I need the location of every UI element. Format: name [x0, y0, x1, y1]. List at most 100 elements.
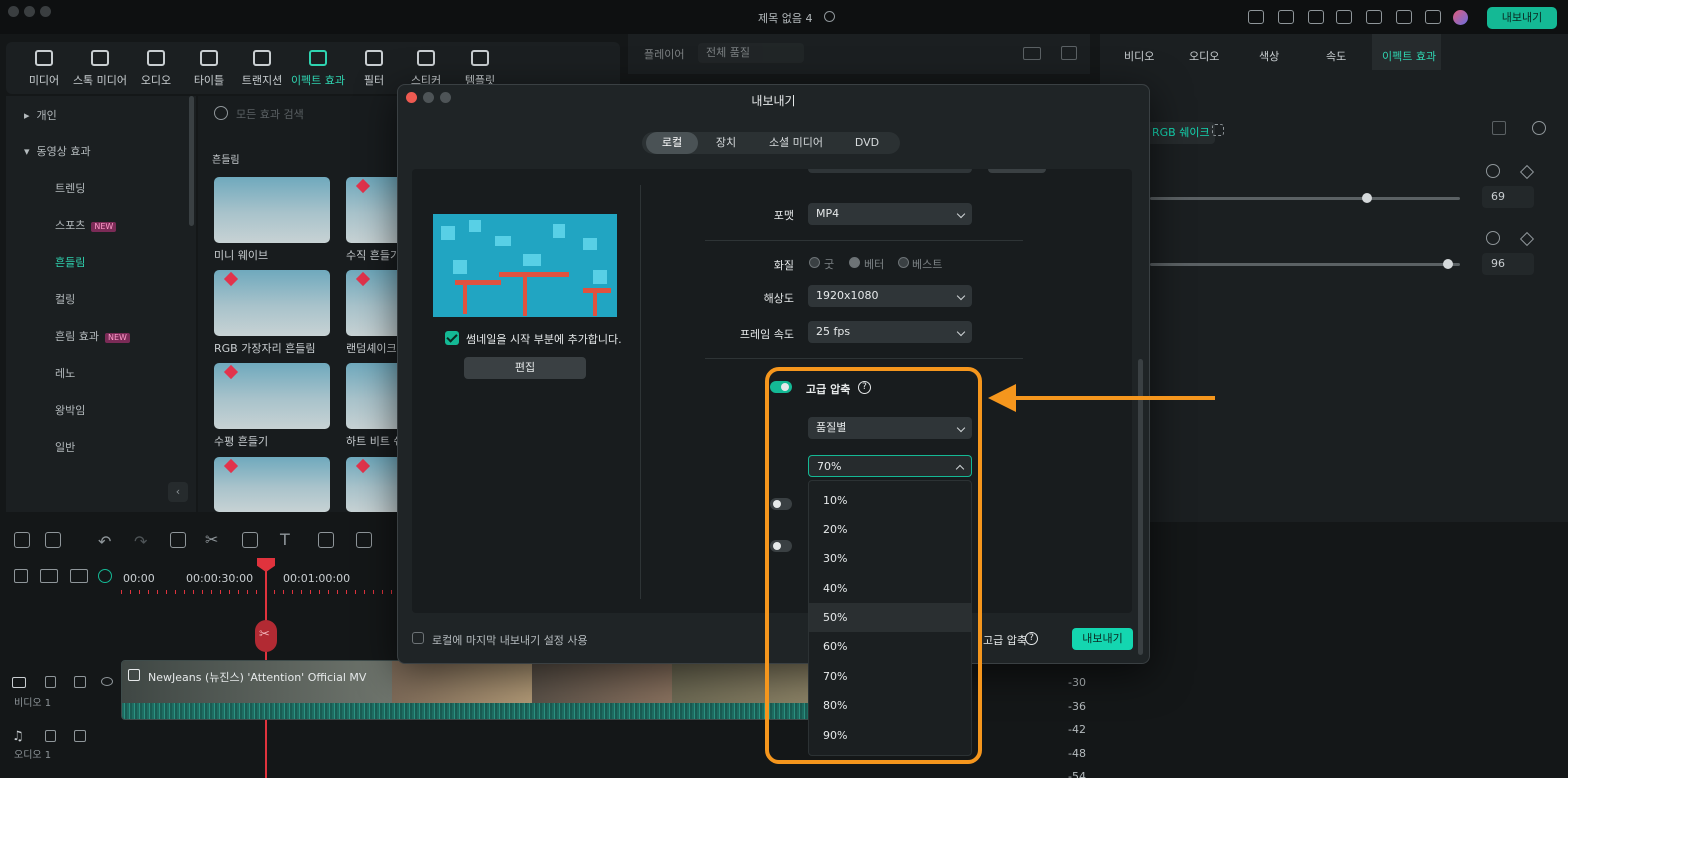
tab-device[interactable]: 장치 [700, 132, 752, 154]
resolution-select[interactable]: 1920x1080 [808, 285, 972, 307]
category-general[interactable]: 일반 [6, 430, 196, 466]
tab-dvd[interactable]: DVD [840, 132, 894, 154]
link-icon[interactable] [40, 569, 58, 583]
crop-icon[interactable] [242, 532, 258, 548]
framerate-select[interactable]: 25 fps [808, 321, 972, 343]
help-icon[interactable]: ? [1025, 632, 1038, 645]
tool-title[interactable]: 타이틀 [179, 50, 239, 88]
tool-transition[interactable]: 트랜지션 [232, 50, 292, 88]
category-wangbak[interactable]: 왕박임 [6, 393, 196, 429]
reset-icon[interactable] [1486, 164, 1500, 178]
use-last-settings-checkbox[interactable] [412, 632, 424, 644]
category-culling[interactable]: 컬링 [6, 282, 196, 318]
filter-icon [365, 50, 383, 66]
trash-icon[interactable] [1492, 121, 1506, 135]
tool-filter[interactable]: 필터 [344, 50, 404, 88]
lock-icon[interactable] [45, 676, 56, 688]
reset-icon[interactable] [1532, 121, 1546, 135]
mask-icon[interactable] [318, 532, 334, 548]
snap-icon[interactable] [98, 569, 112, 583]
tab-social-media[interactable]: 소셜 미디어 [754, 132, 838, 154]
tool-stock-media[interactable]: 스톡 미디어 [70, 50, 130, 88]
keyframe-icon[interactable] [1212, 124, 1224, 136]
slider-2-knob[interactable] [1442, 259, 1453, 269]
slider-1-value[interactable]: 69 [1482, 186, 1534, 208]
category-shake[interactable]: 흔들림 [6, 245, 196, 281]
slider-1-knob[interactable] [1362, 193, 1372, 203]
text-icon[interactable]: T [280, 530, 290, 549]
effect-thumb-mini-wave[interactable] [214, 177, 330, 243]
effect-name: RGB 쉐이크 [1152, 126, 1210, 139]
quality-radio-best[interactable] [898, 257, 909, 268]
tab-local[interactable]: 로컬 [646, 132, 698, 154]
cloud-upload-icon[interactable] [1366, 10, 1382, 24]
edit-thumbnail-button[interactable]: 편집 [464, 357, 586, 379]
tab-effects[interactable]: 이펙트 효과 [1382, 48, 1436, 64]
category-scrollbar[interactable] [189, 96, 194, 226]
delete-icon[interactable] [170, 532, 186, 548]
split-handle[interactable]: ✂ [255, 620, 277, 652]
tab-color[interactable]: 색상 [1259, 48, 1279, 64]
quality-radio-better[interactable] [849, 257, 860, 268]
cut-icon[interactable]: ✂ [205, 530, 218, 549]
format-select[interactable]: MP4 [808, 203, 972, 225]
tool-audio[interactable]: 오디오 [126, 50, 186, 88]
select-tool-icon[interactable] [45, 532, 61, 548]
tool-template[interactable]: 템플릿 [450, 50, 510, 88]
settings-scrollbar[interactable] [1138, 359, 1143, 655]
keyframe-diamond-icon[interactable] [1519, 231, 1535, 247]
effect-search-input[interactable]: 모든 효과 검색 [236, 106, 304, 122]
window-close-button[interactable] [8, 6, 19, 17]
eye-icon[interactable] [101, 677, 113, 686]
tab-audio[interactable]: 오디오 [1189, 48, 1219, 64]
tool-media[interactable]: 미디어 [14, 50, 74, 88]
snapshot-icon[interactable] [1023, 47, 1041, 60]
slider-2-value[interactable]: 96 [1482, 253, 1534, 275]
quality-select[interactable]: 전체 품질 [698, 43, 804, 63]
window-minimize-button[interactable] [24, 6, 35, 17]
task-icon[interactable] [1278, 10, 1294, 24]
effect-thumb-rgb-edge[interactable] [214, 270, 330, 336]
tool-effects[interactable]: 이펙트 효과 [288, 50, 348, 88]
mute-icon[interactable] [74, 676, 86, 688]
grid-icon[interactable] [1425, 10, 1441, 24]
marker-icon[interactable] [70, 569, 88, 583]
image-icon[interactable] [1061, 46, 1077, 60]
layout-grid-icon[interactable] [14, 532, 30, 548]
headset-icon[interactable] [1396, 10, 1412, 24]
category-video-effects[interactable]: ▾ 동영상 효과 [6, 134, 196, 170]
add-thumbnail-checkbox[interactable] [445, 331, 459, 345]
quality-radio-good[interactable] [809, 257, 820, 268]
reset-icon[interactable] [1486, 231, 1500, 245]
effect-link-icon[interactable] [356, 532, 372, 548]
browse-button[interactable] [988, 169, 1046, 173]
redo-icon[interactable]: ↷ [134, 532, 147, 551]
category-trending[interactable]: 트렌딩 [6, 171, 196, 207]
category-leno[interactable]: 레노 [6, 356, 196, 392]
effect-thumb-horizontal-shake[interactable] [214, 363, 330, 429]
window-zoom-button[interactable] [40, 6, 51, 17]
tab-video[interactable]: 비디오 [1124, 48, 1154, 64]
tab-speed[interactable]: 속도 [1326, 48, 1346, 64]
tool-effects-label: 이펙트 효과 [290, 74, 346, 87]
slider-1[interactable] [1150, 197, 1460, 200]
avatar[interactable] [1453, 10, 1468, 25]
mute-icon[interactable] [74, 730, 86, 742]
collapse-panel-button[interactable]: ‹ [168, 482, 188, 502]
category-sports[interactable]: 스포츠 NEW [6, 208, 196, 244]
layout-icon[interactable] [1308, 10, 1324, 24]
send-icon[interactable] [1248, 10, 1264, 24]
effect-thumb[interactable] [214, 457, 330, 512]
keyframe-diamond-icon[interactable] [1519, 164, 1535, 180]
save-icon[interactable] [1336, 10, 1352, 24]
lock-icon[interactable] [45, 730, 56, 742]
filename-field[interactable] [808, 169, 972, 173]
export-button-top[interactable]: 내보내기 [1487, 7, 1557, 29]
category-personal[interactable]: ▸ 개인 [6, 98, 196, 134]
tool-sticker[interactable]: 스티커 [396, 50, 456, 88]
category-blur[interactable]: 흔림 효과 NEW [6, 319, 196, 355]
export-button[interactable]: 내보내기 [1072, 628, 1133, 650]
undo-icon[interactable]: ↶ [98, 532, 111, 551]
slider-2[interactable] [1150, 263, 1460, 266]
add-track-icon[interactable] [14, 569, 28, 583]
